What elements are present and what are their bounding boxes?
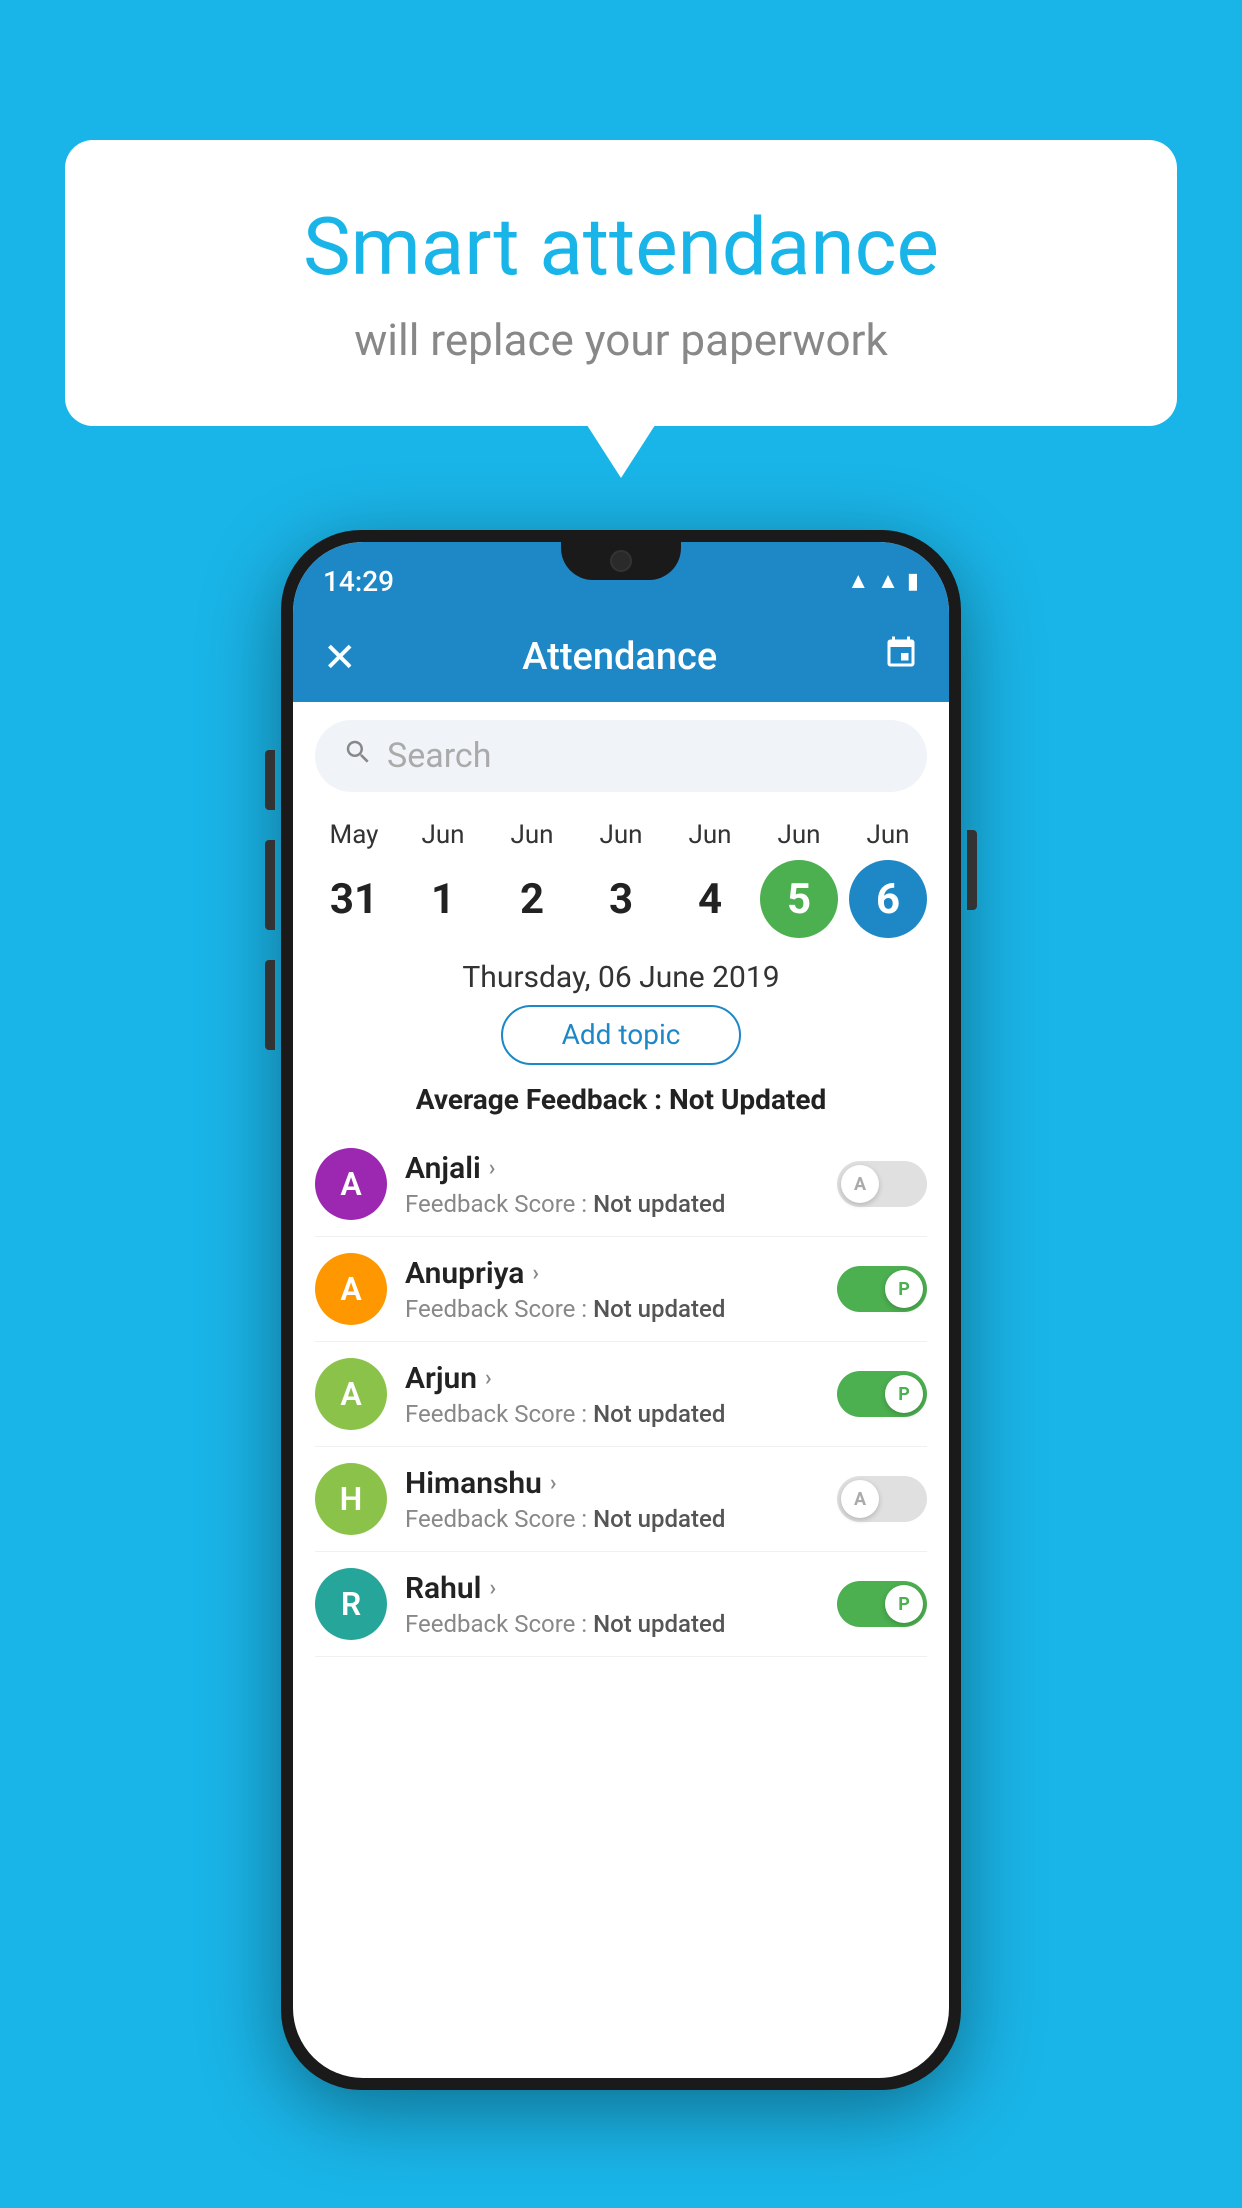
calendar-month-label: Jun <box>866 820 909 850</box>
calendar-date[interactable]: 31 <box>315 860 393 938</box>
feedback-value: Not updated <box>593 1505 725 1533</box>
feedback-value: Not updated <box>593 1190 725 1218</box>
close-button[interactable]: ✕ <box>323 634 357 681</box>
power-button <box>967 830 977 910</box>
student-name: Anupriya › <box>405 1256 819 1291</box>
page-title: Attendance <box>522 635 717 679</box>
phone-notch <box>561 542 681 580</box>
chevron-icon: › <box>550 1471 557 1496</box>
search-icon <box>343 737 373 775</box>
front-camera <box>610 550 632 572</box>
power-button-side <box>265 960 275 1050</box>
student-name: Arjun › <box>405 1361 819 1396</box>
chevron-icon: › <box>532 1261 539 1286</box>
student-avatar: A <box>315 1148 387 1220</box>
speech-bubble: Smart attendance will replace your paper… <box>65 140 1177 426</box>
calendar-strip: May 31 Jun 1 Jun 2 Jun 3 Jun 4 Jun 5 Jun 6 <box>293 810 949 948</box>
student-avatar: A <box>315 1358 387 1430</box>
volume-down-button <box>265 840 275 930</box>
calendar-month-label: Jun <box>599 820 642 850</box>
calendar-month-label: Jun <box>777 820 820 850</box>
toggle-knob: P <box>885 1270 923 1308</box>
student-item[interactable]: A Anupriya › Feedback Score : Not updated P <box>315 1237 927 1342</box>
student-name: Anjali › <box>405 1151 819 1186</box>
calendar-date[interactable]: 1 <box>404 860 482 938</box>
calendar-day[interactable]: Jun 4 <box>671 820 749 938</box>
calendar-month-label: Jun <box>688 820 731 850</box>
feedback-value: Not updated <box>593 1400 725 1428</box>
student-name: Himanshu › <box>405 1466 819 1501</box>
student-feedback: Feedback Score : Not updated <box>405 1505 819 1533</box>
student-item[interactable]: A Anjali › Feedback Score : Not updated A <box>315 1132 927 1237</box>
student-info: Anupriya › Feedback Score : Not updated <box>405 1256 819 1323</box>
calendar-date[interactable]: 4 <box>671 860 749 938</box>
volume-up-button <box>265 750 275 810</box>
app-content: Search May 31 Jun 1 Jun 2 Jun 3 Jun 4 Jun 5 Jun 6 Thu… <box>293 702 949 2078</box>
attendance-toggle[interactable]: P <box>837 1581 927 1627</box>
student-feedback: Feedback Score : Not updated <box>405 1400 819 1428</box>
phone-screen: 14:29 ▲ ▲ ▮ ✕ Attendance <box>293 542 949 2078</box>
toggle-knob: P <box>885 1585 923 1623</box>
chevron-icon: › <box>485 1366 492 1391</box>
calendar-date[interactable]: 6 <box>849 860 927 938</box>
status-icons: ▲ ▲ ▮ <box>847 568 919 594</box>
attendance-toggle[interactable]: A <box>837 1161 927 1207</box>
calendar-day[interactable]: Jun 1 <box>404 820 482 938</box>
calendar-date[interactable]: 2 <box>493 860 571 938</box>
chevron-icon: › <box>489 1576 496 1601</box>
average-feedback: Average Feedback : Not Updated <box>293 1083 949 1116</box>
chevron-icon: › <box>489 1156 496 1181</box>
student-info: Anjali › Feedback Score : Not updated <box>405 1151 819 1218</box>
student-item[interactable]: R Rahul › Feedback Score : Not updated P <box>315 1552 927 1657</box>
battery-icon: ▮ <box>907 569 919 594</box>
average-feedback-label: Average Feedback : <box>416 1083 662 1116</box>
toggle-knob: P <box>885 1375 923 1413</box>
calendar-date[interactable]: 5 <box>760 860 838 938</box>
student-avatar: A <box>315 1253 387 1325</box>
feedback-value: Not updated <box>593 1610 725 1638</box>
speech-subtitle: will replace your paperwork <box>145 314 1097 366</box>
student-feedback: Feedback Score : Not updated <box>405 1295 819 1323</box>
student-info: Rahul › Feedback Score : Not updated <box>405 1571 819 1638</box>
toggle-knob: A <box>841 1165 879 1203</box>
calendar-day[interactable]: Jun 6 <box>849 820 927 938</box>
search-bar[interactable]: Search <box>315 720 927 792</box>
student-info: Himanshu › Feedback Score : Not updated <box>405 1466 819 1533</box>
attendance-toggle[interactable]: P <box>837 1371 927 1417</box>
phone-frame: 14:29 ▲ ▲ ▮ ✕ Attendance <box>281 530 961 2090</box>
selected-date-label: Thursday, 06 June 2019 <box>293 960 949 995</box>
calendar-day[interactable]: Jun 2 <box>493 820 571 938</box>
student-list: AAnjali ›Feedback Score : Not updatedAAA… <box>293 1132 949 1657</box>
wifi-icon: ▲ <box>847 568 869 594</box>
signal-icon: ▲ <box>877 568 899 594</box>
calendar-day[interactable]: Jun 3 <box>582 820 660 938</box>
student-item[interactable]: H Himanshu › Feedback Score : Not updated A <box>315 1447 927 1552</box>
add-topic-button[interactable]: Add topic <box>501 1005 741 1065</box>
calendar-month-label: Jun <box>510 820 553 850</box>
student-name: Rahul › <box>405 1571 819 1606</box>
attendance-toggle[interactable]: P <box>837 1266 927 1312</box>
student-feedback: Feedback Score : Not updated <box>405 1610 819 1638</box>
calendar-icon[interactable] <box>883 635 919 680</box>
student-feedback: Feedback Score : Not updated <box>405 1190 819 1218</box>
status-time: 14:29 <box>323 565 394 598</box>
search-input[interactable]: Search <box>387 736 491 776</box>
calendar-month-label: May <box>330 820 379 850</box>
calendar-month-label: Jun <box>421 820 464 850</box>
student-item[interactable]: A Arjun › Feedback Score : Not updated P <box>315 1342 927 1447</box>
student-avatar: H <box>315 1463 387 1535</box>
app-header: ✕ Attendance <box>293 612 949 702</box>
calendar-date[interactable]: 3 <box>582 860 660 938</box>
student-avatar: R <box>315 1568 387 1640</box>
calendar-day[interactable]: Jun 5 <box>760 820 838 938</box>
toggle-knob: A <box>841 1480 879 1518</box>
average-feedback-value: Not Updated <box>669 1083 826 1116</box>
calendar-day[interactable]: May 31 <box>315 820 393 938</box>
attendance-toggle[interactable]: A <box>837 1476 927 1522</box>
feedback-value: Not updated <box>593 1295 725 1323</box>
speech-bubble-container: Smart attendance will replace your paper… <box>65 140 1177 426</box>
student-info: Arjun › Feedback Score : Not updated <box>405 1361 819 1428</box>
speech-title: Smart attendance <box>145 200 1097 294</box>
